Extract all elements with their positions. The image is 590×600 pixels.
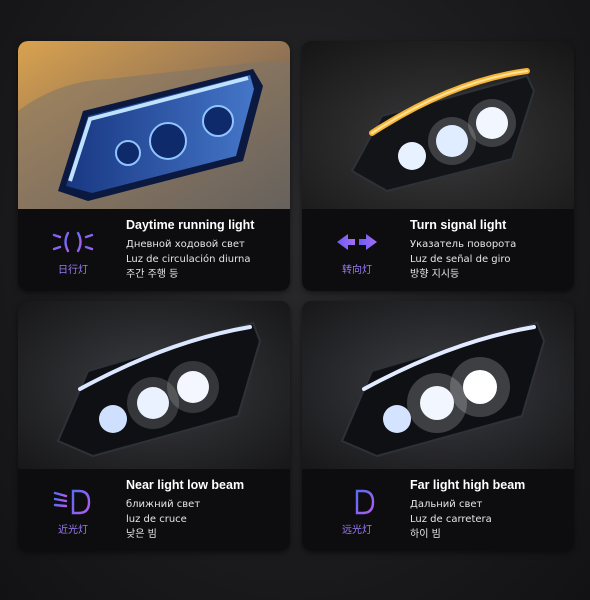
text-line-spanish: Luz de carretera [410, 514, 492, 525]
text-line-spanish: Luz de señal de giro [410, 254, 511, 265]
high-beam-icon [337, 489, 375, 515]
headlight-photo-turn-signal [302, 41, 574, 209]
panel-title: Daytime running light [126, 218, 255, 232]
headlight-photo-low-beam [18, 301, 290, 469]
high-beam-icon-box: 远光灯 [322, 487, 392, 536]
panel-turn-signal-light: 转向灯 Turn signal light Указатель поворота… [302, 41, 574, 291]
panel-title: Far light high beam [410, 478, 526, 492]
text-line-korean: 주간 주행 등 [126, 269, 179, 280]
icon-caption: 日行灯 [58, 265, 88, 276]
text-line-korean: 방향 지시등 [410, 269, 460, 280]
text-line-russian: Указатель поворота [410, 239, 517, 250]
turn-signal-icon-box: 转向灯 [322, 227, 392, 276]
daytime-running-light-icon-box: 日行灯 [38, 227, 108, 276]
low-beam-icon [53, 489, 91, 515]
panel-text: Daytime running light Дневной ходовой св… [126, 218, 286, 282]
text-line-spanish: luz de cruce [126, 514, 187, 525]
turn-signal-arrows-icon [337, 234, 377, 250]
text-line-russian: Дневной ходовой свет [126, 239, 245, 250]
panel-title: Turn signal light [410, 218, 507, 232]
text-line-korean: 낮은 빔 [126, 529, 157, 540]
text-line-spanish: Luz de circulación diurna [126, 254, 251, 265]
icon-caption: 近光灯 [58, 525, 88, 536]
headlight-photo-daytime [18, 41, 290, 209]
text-line-russian: Дальний свет [410, 499, 483, 510]
daytime-running-light-icon [52, 231, 94, 253]
headlight-photo-high-beam [302, 301, 574, 469]
panel-text: Turn signal light Указатель поворота Luz… [410, 218, 570, 282]
low-beam-icon-box: 近光灯 [38, 487, 108, 536]
text-line-russian: ближний свет [126, 499, 201, 510]
icon-caption: 转向灯 [342, 265, 372, 276]
text-line-korean: 하이 빔 [410, 529, 441, 540]
panel-title: Near light low beam [126, 478, 245, 492]
panel-text: Near light low beam ближний свет luz de … [126, 478, 286, 542]
panel-daytime-running-light: 日行灯 Daytime running light Дневной ходово… [18, 41, 290, 291]
icon-caption: 远光灯 [342, 525, 372, 536]
panel-text: Far light high beam Дальний свет Luz de … [410, 478, 570, 542]
panel-near-light-low-beam: 近光灯 Near light low beam ближний свет luz… [18, 301, 290, 551]
panel-far-light-high-beam: 远光灯 Far light high beam Дальний свет Luz… [302, 301, 574, 551]
